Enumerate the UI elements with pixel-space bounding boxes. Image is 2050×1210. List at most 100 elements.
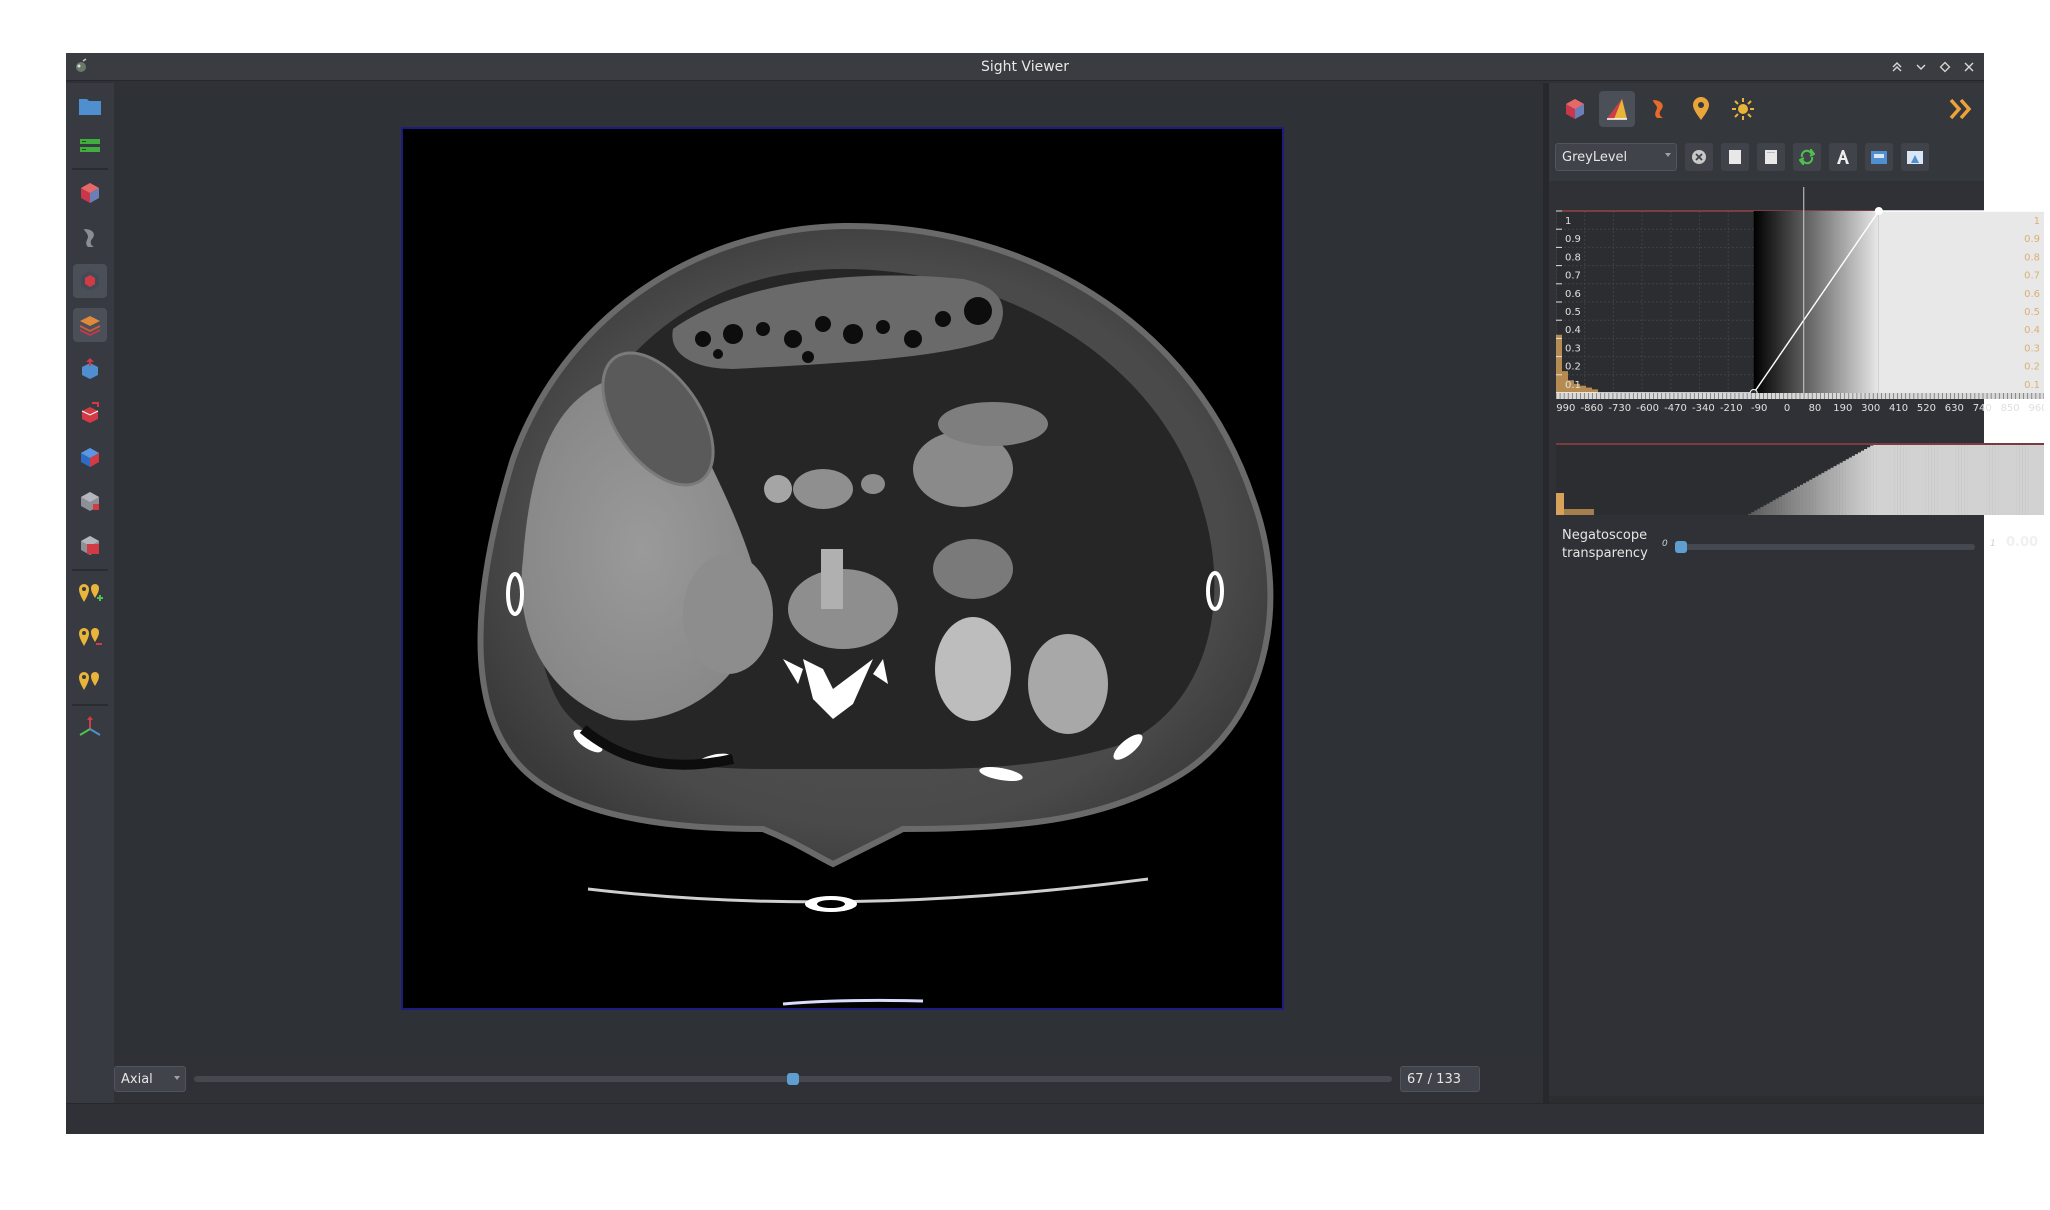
axes-icon (79, 716, 101, 736)
import-tf-button[interactable] (1865, 143, 1893, 171)
tab-volume[interactable] (1557, 91, 1593, 127)
cube-remove-icon (81, 402, 99, 423)
tf-overview-bar (1848, 457, 1853, 515)
cube-blue-icon (81, 448, 99, 467)
tf-overview-bar (1757, 508, 1761, 515)
tf-overview-bar (2034, 445, 2039, 515)
transfer-function-editor[interactable]: 1 1 0.9 0.9 0.8 0.8 0.7 0.7 0.6 0.6 0.5 0.5 0.4 0.4 0.… (1556, 187, 2044, 437)
slice-slider-handle[interactable] (787, 1073, 799, 1085)
open-folder-icon (79, 99, 101, 115)
collapse-panel-button[interactable] (1943, 91, 1979, 127)
tf-overview-bar (2007, 445, 2011, 515)
landmark-edit-icon (79, 628, 102, 646)
right-panel-tabs (1549, 83, 1984, 133)
tf-overview-bar (1958, 445, 1962, 515)
tf-overview-bar (1897, 445, 1901, 515)
volume-rendering-button[interactable] (73, 176, 107, 210)
tf-overview-bar (1983, 445, 1987, 515)
volume-mesh-icon (81, 271, 99, 291)
layers-button[interactable] (73, 308, 107, 342)
landmark-remove-button[interactable] (73, 663, 107, 697)
cube-red-icon (81, 536, 99, 555)
landmark-edit-button[interactable] (73, 619, 107, 653)
remove-tf-button[interactable] (1685, 143, 1713, 171)
tf-overview-bar (1864, 449, 1868, 515)
reload-tf-button[interactable] (1793, 143, 1821, 171)
maximize-button[interactable] (1936, 58, 1954, 76)
export-tf-button[interactable] (1901, 143, 1929, 171)
slice-control-bar: Axial 67 / 133 (114, 1056, 1543, 1100)
double-chevron-right-icon (1949, 98, 1972, 120)
tf-y-tick-label: 0.9 (1565, 234, 1581, 245)
tf-preset-select[interactable]: GreyLevel (1555, 143, 1677, 171)
series-list-icon (80, 139, 100, 152)
tab-light[interactable] (1725, 91, 1761, 127)
ct-scan-view[interactable] (401, 127, 1284, 1010)
tf-y-tick-label-right: 0.3 (2024, 343, 2040, 354)
negatoscope-slider[interactable] (1675, 544, 1975, 550)
cube-blue-button[interactable] (73, 440, 107, 474)
cube-add-button[interactable] (73, 352, 107, 386)
rename-tf-button[interactable] (1829, 143, 1857, 171)
tf-overview-bar (2001, 445, 2005, 515)
tf-overview-bar (1778, 496, 1782, 515)
minimize-button[interactable] (1912, 58, 1930, 76)
tf-overview-bar (1748, 513, 1752, 515)
tf-x-tick-label: -600 (1636, 403, 1659, 414)
tf-y-tick-label: 0.1 (1565, 380, 1581, 391)
tf-y-tick-label-right: 0.7 (2024, 271, 2040, 282)
new-tf-button[interactable] (1721, 143, 1749, 171)
view-mode-select[interactable]: Axial (114, 1066, 186, 1092)
tf-overview-bar (1772, 500, 1776, 515)
tf-overview-bar (1769, 501, 1773, 515)
landmark-add-button[interactable] (73, 575, 107, 609)
tf-x-tick-label: 80 (1809, 403, 1822, 414)
keep-above-button[interactable] (1888, 58, 1906, 76)
cube-remove-button[interactable] (73, 396, 107, 430)
negatoscope-slider-handle[interactable] (1675, 541, 1687, 553)
tf-overview-bar (1970, 445, 1975, 515)
series-list-button[interactable] (73, 129, 107, 163)
tf-overview-bar (1842, 460, 1846, 515)
tf-overview-bar (1992, 445, 1996, 515)
tab-landmark[interactable] (1683, 91, 1719, 127)
tf-overview-bar (1766, 503, 1770, 515)
tf-histogram-overview[interactable] (1556, 443, 2044, 515)
shape-extruder-button[interactable] (73, 220, 107, 254)
tf-overview-bar (1967, 445, 1971, 515)
landmark-add-icon (79, 584, 103, 602)
tf-overview-bar (1754, 510, 1758, 515)
cube-grey-button[interactable] (73, 484, 107, 518)
tf-y-tick-label: 0.6 (1565, 289, 1581, 300)
cube-red-button[interactable] (73, 528, 107, 562)
tab-organ[interactable] (1641, 91, 1677, 127)
tf-overview-bar (1873, 445, 1877, 515)
tab-transfer-function[interactable] (1599, 91, 1635, 127)
copy-tf-icon (1765, 150, 1777, 164)
copy-tf-button[interactable] (1757, 143, 1785, 171)
tf-y-tick-label-right: 0.2 (2024, 362, 2040, 373)
tf-overview-bar (1812, 478, 1816, 515)
axes-button[interactable] (73, 711, 107, 745)
diamond-icon (1939, 61, 1951, 72)
reload-tf-icon (1799, 149, 1815, 165)
landmark-tab-icon (1693, 97, 1709, 120)
tf-overview-bar (2028, 445, 2032, 515)
volume-mesh-button[interactable] (73, 264, 107, 298)
tf-overview-bar (1888, 445, 1892, 515)
layers-icon (80, 316, 100, 336)
tf-overview-bar (1827, 469, 1831, 515)
tf-y-tick-label-right: 0.4 (2024, 325, 2040, 336)
tf-preset-value: GreyLevel (1562, 149, 1628, 165)
slice-counter: 67 / 133 (1400, 1066, 1480, 1092)
tf-overview-bar (1940, 445, 1944, 515)
tf-overview-bar (1961, 445, 1965, 515)
shape-extruder-icon (84, 229, 94, 247)
tf-overview-bar (1976, 445, 1981, 515)
tf-overview-bar (1760, 507, 1764, 515)
close-button[interactable] (1960, 58, 1978, 76)
tf-overview-bar (1854, 454, 1859, 515)
tf-overview-bar (2025, 445, 2029, 515)
tf-overview-bar (1946, 445, 1950, 515)
open-folder-button[interactable] (73, 89, 107, 123)
